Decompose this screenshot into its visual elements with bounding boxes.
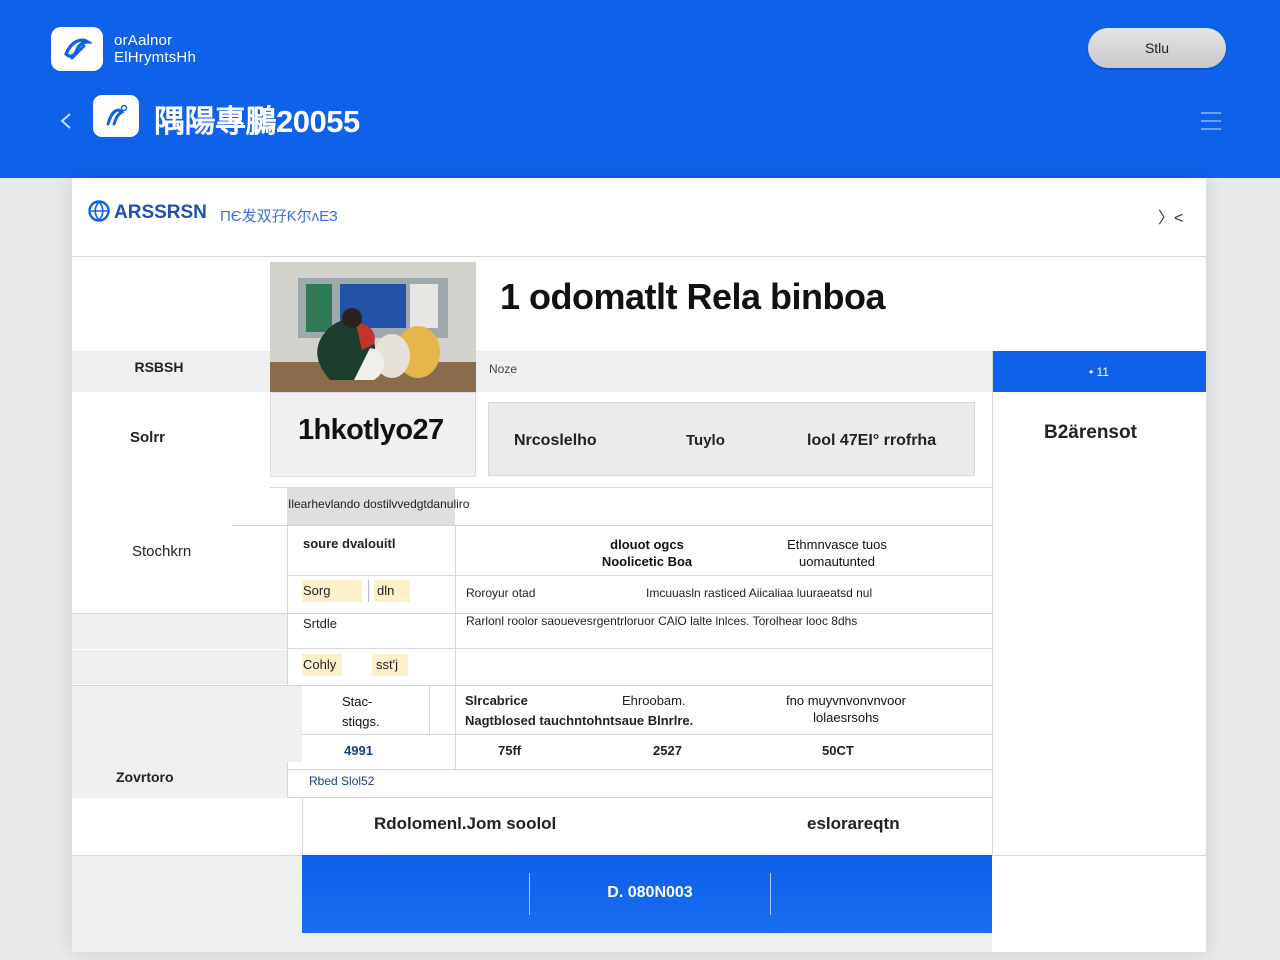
section2-left: Stac- stiqgs. [342, 692, 380, 732]
section2-value-2: 75ff [498, 743, 522, 758]
main-panel: ARSSRSN ПЄ发双孖Ƙ尔ᴧЕЗ 〉< 1 odomatlt Rela bi… [72, 178, 1206, 952]
section1-row-label-b: Srtdle [303, 616, 337, 631]
section1-cell-4[interactable]: sst'j [376, 657, 398, 672]
section2-value-1: 4991 [344, 743, 373, 758]
section1-row-text-1: Roroyur otad [466, 586, 536, 600]
section2-footnote: Rbed Slol52 [309, 774, 375, 788]
caption: Ilearhevlando dostilvvedgtdanuliro [288, 497, 470, 511]
section1-row-text-2: Rarlonl roolor saouevesrgentrloruor CAlO… [466, 614, 858, 628]
section2-col2: Ehroobam. [622, 693, 686, 708]
brand-name: orAalnor ElHrymtsHh [114, 32, 196, 66]
back-chevron-icon[interactable] [56, 106, 76, 136]
summary-right: eslorareqtn [807, 814, 900, 833]
section1-col-a-line1: dlouot ogcs [610, 537, 684, 552]
footer-action-label[interactable]: D. 080N003 [530, 884, 770, 902]
section2-left-line1: Stac- [342, 694, 373, 709]
right-badge: B2ärensot [1044, 422, 1137, 443]
grey-cell [72, 686, 302, 762]
section2-col1: Slrcabrice [465, 693, 528, 708]
headline: 1 odomatlt Rela binboa [500, 276, 886, 317]
divider [992, 351, 993, 855]
section2-value-3: 2527 [653, 743, 682, 758]
section1-cell-3[interactable]: Cohly [303, 657, 336, 672]
divider [232, 525, 992, 526]
code-value: 1hkotlyo27 [298, 414, 444, 446]
section1-col-b-line2: uomautunted [799, 554, 875, 569]
collapse-toggle-icon[interactable]: 〉< [1158, 204, 1183, 228]
app-header: orAalnor ElHrymtsHh Stlu 隅陽專鵩20055 [0, 0, 1280, 178]
brand-line-2: ElHrymtsHh [114, 49, 197, 66]
page-title: 隅陽專鵩20055 [154, 104, 360, 139]
row-label-2: Solrr [130, 429, 166, 446]
section1-col-a: dlouot ogcs Noolicetic Boa [592, 536, 702, 570]
section1-col-b-line1: Ethmnvasce tuos [787, 537, 887, 552]
divider [455, 525, 456, 769]
app-icon [93, 95, 139, 137]
menu-hamburger-icon[interactable] [1200, 110, 1222, 132]
divider [72, 256, 1206, 257]
row-label-1: RSBSH [134, 359, 184, 375]
section1-cell-2[interactable]: dln [377, 583, 394, 598]
divider [770, 873, 771, 915]
grey-band-mid [476, 351, 992, 392]
row-label-4: Zovrtoro [116, 769, 174, 785]
grey-cell [302, 933, 992, 952]
globe-icon [88, 200, 110, 222]
section2-col3: fno muyvnvonvnvoor lolaesrsohs [766, 692, 926, 726]
section2-left-line2: stiqgs. [342, 714, 380, 729]
strip-label: Noze [489, 362, 518, 376]
summary-left: Rdolomenl.Jom soolol [374, 814, 557, 833]
divider [287, 648, 992, 649]
section1-cell-1[interactable]: Sorg [303, 583, 330, 598]
section2-col1b: Nagtblosed tauchntohntsaue Blnrlre. [465, 713, 694, 728]
section1-col-a-line2: Noolicetic Boa [601, 554, 693, 569]
info-bar-item-2: Tuylo [686, 432, 725, 449]
divider [302, 798, 303, 855]
divider [429, 686, 430, 734]
header-pill-button[interactable]: Stlu [1088, 28, 1226, 68]
section2-value-4: 50CT [822, 743, 854, 758]
brand-logo-icon[interactable] [51, 27, 103, 71]
divider [287, 769, 992, 770]
row-label-3: Stochkrn [132, 543, 192, 560]
section1-col-b: Ethmnvasce tuos uomautunted [772, 536, 902, 570]
section2-col3-line2: lolaesrsohs [813, 710, 879, 725]
panel-brand-subtitle: ПЄ发双孖Ƙ尔ᴧЕЗ [220, 208, 338, 225]
section2-col3-line1: fno muyvnvonvnvoor [786, 693, 906, 708]
blue-tab[interactable]: • 11 [992, 351, 1206, 392]
divider [302, 734, 992, 735]
divider [287, 575, 992, 576]
grey-cell [72, 614, 287, 649]
grey-cell [72, 856, 302, 952]
section1-row-text-1b: Imcuuasln rasticed Aiicaliaa luuraeatsd … [646, 586, 873, 600]
divider [368, 580, 369, 602]
info-bar-item-1: Nrcoslelho [514, 432, 597, 449]
panel-brand: ARSSRSN [114, 202, 207, 223]
thumbnail-image[interactable] [270, 262, 476, 392]
grey-cell [72, 762, 287, 798]
brand-line-1: orAalnor [114, 32, 173, 49]
section1-left-header: soure dvalouitl [303, 536, 396, 551]
divider [287, 797, 992, 798]
info-bar-item-3: lool 47EI° rrofrha [807, 432, 937, 449]
grey-cell [72, 650, 287, 684]
